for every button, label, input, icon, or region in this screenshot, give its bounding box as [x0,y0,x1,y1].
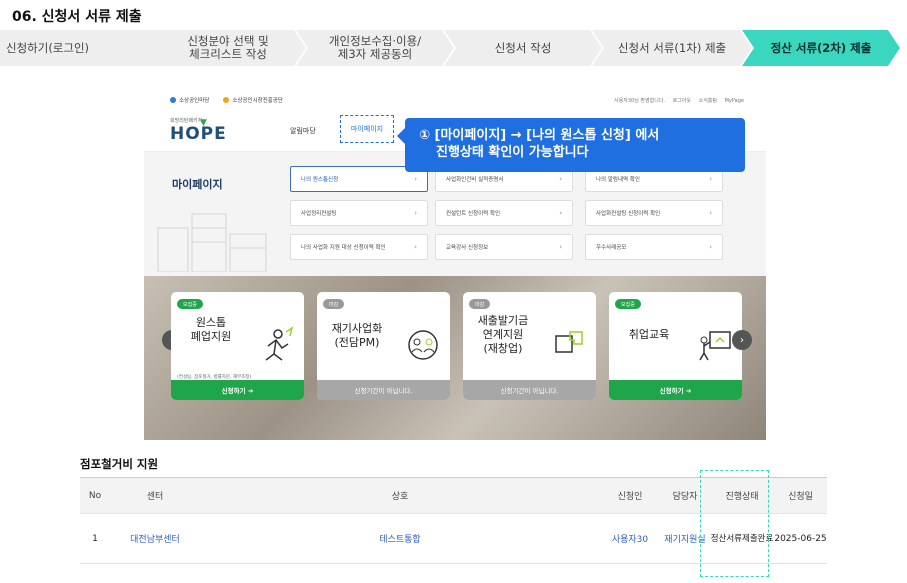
card-title: 취업교육 [628,328,670,341]
guide-tooltip: ① [마이페이지] → [나의 원스톱 신청] 에서 진행상태 확인이 가능합니… [397,118,745,172]
program-card-fresh-start: 마감 새출발기금 연계지원 (재창업) 신청기간이 아닙니다. [463,292,596,400]
step-settlement-documents: 정산 서류(2차) 제출 [742,30,900,66]
people-cycle-icon [408,330,438,360]
menu-best-cases[interactable]: 우수사례공모 › [585,234,723,260]
status-badge: 모집중 [615,299,641,309]
teacher-board-icon [699,331,731,361]
card-title: 새출발기금 연계지원 (재창업) [477,314,529,355]
sbiz-logo-icon [170,97,176,103]
status-badge: 마감 [469,299,491,309]
leaf-icon: ▼ [200,118,208,128]
mypage-top-link[interactable]: MyPage [725,98,744,104]
chevron-right-icon: › [414,243,417,251]
hope-logo[interactable]: HOPE ▼ [170,118,227,144]
chevron-right-icon: › [559,175,562,183]
menu-instructor-info[interactable]: 교육강사 신청정보 › [435,234,573,260]
chevron-right-icon: › [559,209,562,217]
program-card-job-training: 모집중 취업교육 신청하기 ➜ [609,292,742,400]
program-banner: ‹ 모집중 원스톱 폐업지원 (컨설팅, 점포철거, 법률자문, 재무조정) 신… [144,276,766,440]
apply-button[interactable]: 신청하기 ➜ [171,380,304,400]
step-field-select: 신청분야 선택 및 체크리스트 작성 [150,30,306,66]
card-title: 재기사업화 (전담PM) [331,322,383,349]
buildings-illustration [157,213,267,272]
top-links: 사용자30님 환영합니다. 로그아웃 소식홈팀 MyPage [608,97,744,104]
step-login: 신청하기(로그인) [0,30,162,66]
running-person-icon [265,326,294,361]
menu-closing-consult[interactable]: 사업정리컨설팅 › [290,200,428,226]
step-application-form: 신청서 작성 [444,30,602,66]
program-card-restart: 마감 재기사업화 (전담PM) 신청기간이 아닙니다. [317,292,450,400]
closed-notice: 신청기간이 아닙니다. [463,380,596,400]
mypage-heading: 마이페이지 [172,178,223,191]
chevron-right-icon: › [414,209,417,217]
carousel-next-button[interactable]: › [732,330,752,350]
status-badge: 모집중 [177,299,203,309]
apply-button[interactable]: 신청하기 ➜ [609,380,742,400]
menu-commercial-history[interactable]: 사업화컨설팅 신청이력 확인 › [585,200,723,226]
status-column-highlight [700,470,769,577]
program-card-onestop: 모집중 원스톱 폐업지원 (컨설팅, 점포철거, 법률자문, 재무조정) 신청하… [171,292,304,400]
col-center: 센터 [110,477,200,514]
logo-subtitle: 희망리턴패키지 [170,118,203,124]
chevron-right-icon: › [709,243,712,251]
page-title: 06. 신청서 서류 제출 [12,9,142,25]
puzzle-icon [555,331,583,353]
nav-notice[interactable]: 알림마당 [290,126,316,136]
progress-steps: 신청하기(로그인) 신청분야 선택 및 체크리스트 작성 개인정보수집·이용/ … [0,30,907,66]
tooltip-line1: ① [마이페이지] → [나의 원스톱 신청] 에서 [419,128,660,143]
closed-notice: 신청기간이 아닙니다. [317,380,450,400]
logout-link[interactable]: 로그아웃 [673,98,691,104]
chevron-right-icon: › [709,175,712,183]
chevron-right-icon: › [414,175,417,183]
tooltip-line2: 진행상태 확인이 가능합니다 [436,145,589,160]
org-sbiz: 소상공인마당 [170,96,209,104]
card-title: 원스톱 폐업지원 [190,316,232,343]
col-date: 신청일 [774,477,827,514]
welcome-text: 사용자30님 환영합니다. [614,98,666,104]
cell-date: 2025-06-25 [774,513,827,564]
col-company: 상호 [200,477,600,514]
cell-no: 1 [80,513,110,564]
nav-mypage[interactable]: 마이페이지 [340,115,394,143]
status-badge: 마감 [323,299,345,309]
org-semas: 소상공인시장진흥공단 [223,96,283,104]
semas-logo-icon [223,97,230,103]
cell-center[interactable]: 대전남부센터 [110,513,200,564]
chevron-right-icon: › [709,209,712,217]
news-link[interactable]: 소식홈팀 [699,98,717,104]
menu-consultant-history[interactable]: 컨설턴트 신청이력 확인 › [435,200,573,226]
cell-company[interactable]: 테스트통합 [200,513,600,564]
step-privacy-consent: 개인정보수집·이용/ 제3자 제공동의 [296,30,454,66]
chevron-right-icon: › [740,334,744,346]
site-topbar: 소상공인마당 소상공인시장진흥공단 사용자30님 환영합니다. 로그아웃 소식홈… [144,88,766,112]
step-first-documents: 신청서 서류(1차) 제출 [592,30,752,66]
cell-applicant[interactable]: 사용자30 [600,513,660,564]
section-title: 점포철거비 지원 [80,457,159,471]
menu-support-history[interactable]: 나의 사업화 지원 대상 신청이력 확인 › [290,234,428,260]
col-no: No [80,477,110,514]
chevron-right-icon: › [559,243,562,251]
col-applicant: 신청인 [600,477,660,514]
